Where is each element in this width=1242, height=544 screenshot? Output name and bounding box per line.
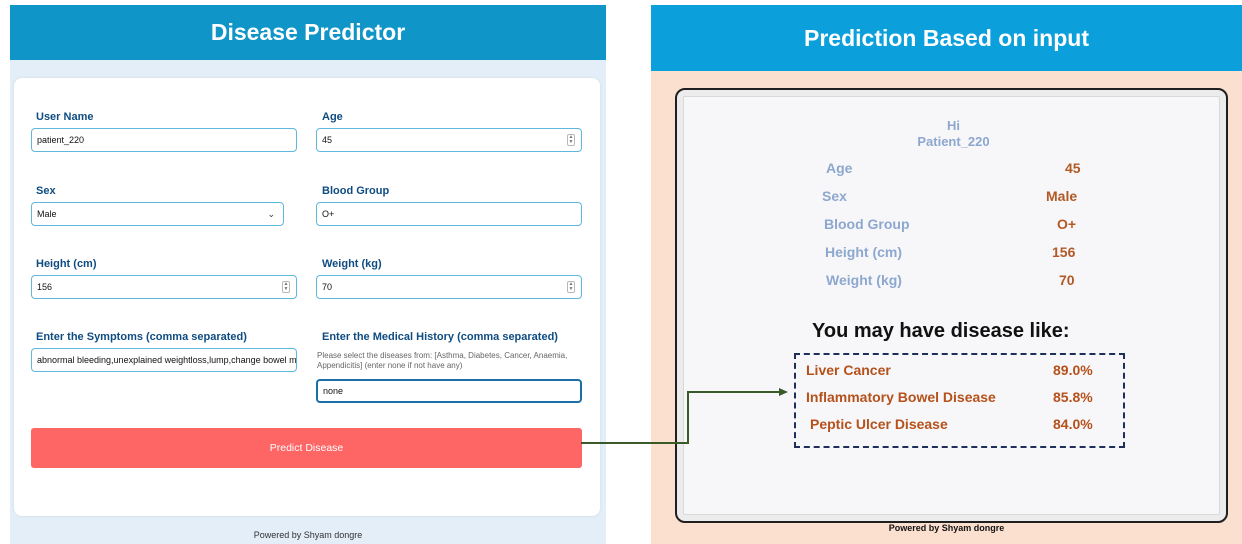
symptoms-label: Enter the Symptoms (comma separated) — [36, 331, 247, 343]
disease-list: Liver Cancer 89.0% Inflammatory Bowel Di… — [794, 353, 1125, 448]
prediction-panel: Prediction Based on input Hi Patient_220… — [651, 5, 1242, 544]
age-input[interactable]: 45 ▲ ▼ — [316, 128, 582, 152]
blood-group-input[interactable]: O+ — [316, 202, 582, 226]
symptoms-input[interactable]: abnormal bleeding,unexplained weightloss… — [31, 348, 297, 372]
greeting: Hi — [947, 118, 960, 133]
disease-percent: 84.0% — [1053, 416, 1093, 432]
prediction-title: Prediction Based on input — [651, 5, 1242, 71]
info-label-age: Age — [826, 160, 853, 176]
info-value-weight: 70 — [1059, 272, 1075, 288]
age-label: Age — [322, 111, 343, 123]
weight-label: Weight (kg) — [322, 258, 382, 270]
info-value-blood-group: O+ — [1057, 216, 1077, 232]
weight-input[interactable]: 70 ▲ ▼ — [316, 275, 582, 299]
user-name-input[interactable]: patient_220 — [31, 128, 297, 152]
sex-select[interactable]: Male ⌄ — [31, 202, 284, 226]
sex-label: Sex — [36, 185, 56, 197]
user-name-label: User Name — [36, 111, 94, 123]
page-title: Disease Predictor — [10, 5, 606, 60]
history-helper-text: Please select the diseases from: [Asthma… — [317, 351, 568, 370]
disease-name: Inflammatory Bowel Disease — [806, 389, 996, 405]
left-footer: Powered by Shyam dongre — [253, 530, 363, 540]
form-card: User Name patient_220 Age 45 ▲ ▼ Sex Male… — [14, 78, 600, 516]
chevron-down-icon: ⌄ — [267, 209, 275, 219]
predict-disease-button[interactable]: Predict Disease — [31, 428, 582, 468]
disease-name: Liver Cancer — [806, 362, 891, 378]
height-stepper[interactable]: ▲ ▼ — [282, 281, 290, 293]
blood-group-label: Blood Group — [322, 185, 390, 197]
weight-stepper[interactable]: ▲ ▼ — [567, 281, 575, 293]
info-value-height: 156 — [1052, 244, 1076, 260]
patient-name: Patient_220 — [917, 134, 990, 149]
result-heading: You may have disease like: — [812, 320, 1070, 342]
age-stepper[interactable]: ▲ ▼ — [567, 134, 575, 146]
info-label-blood-group: Blood Group — [824, 216, 910, 232]
result-card: Hi Patient_220 Age 45 Sex Male Blood Gro… — [675, 88, 1228, 523]
height-label: Height (cm) — [36, 258, 97, 270]
height-input[interactable]: 156 ▲ ▼ — [31, 275, 297, 299]
info-label-height: Height (cm) — [825, 244, 902, 260]
disease-name: Peptic Ulcer Disease — [810, 416, 948, 432]
right-footer: Powered by Shyam dongre — [888, 523, 1005, 533]
form-panel: Disease Predictor User Name patient_220 … — [10, 5, 606, 544]
info-label-sex: Sex — [822, 188, 847, 204]
history-label: Enter the Medical History (comma separat… — [322, 331, 558, 343]
app-root: Disease Predictor User Name patient_220 … — [0, 0, 1242, 544]
info-value-sex: Male — [1046, 188, 1078, 204]
info-value-age: 45 — [1065, 160, 1081, 176]
disease-percent: 89.0% — [1053, 362, 1093, 378]
history-input[interactable]: none — [316, 379, 582, 403]
info-label-weight: Weight (kg) — [826, 272, 902, 288]
disease-percent: 85.8% — [1053, 389, 1093, 405]
